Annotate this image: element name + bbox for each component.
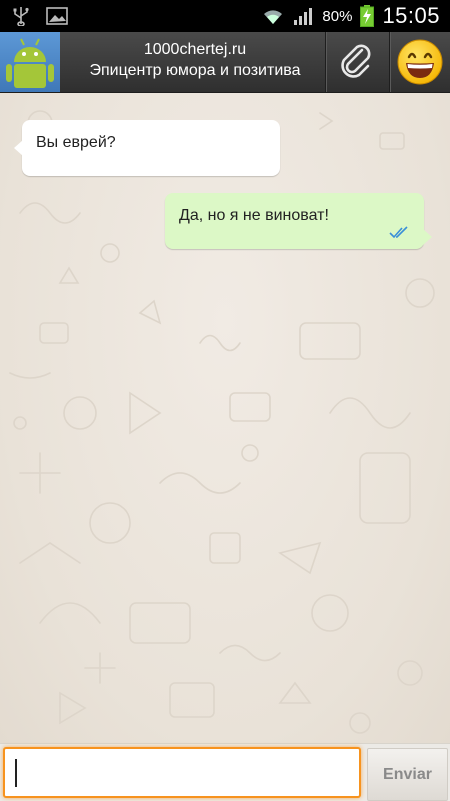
chat-title[interactable]: 1000chertej.ru Эпицентр юмора и позитива: [70, 40, 320, 82]
message-input[interactable]: [3, 747, 361, 798]
chat-header: 1000chertej.ru Эпицентр юмора и позитива: [0, 32, 450, 93]
doodle-wallpaper: [9, 110, 435, 734]
contact-status: Эпицентр юмора и позитива: [89, 62, 301, 79]
outgoing-message[interactable]: Да, но я не виноват!: [165, 193, 432, 249]
contact-avatar[interactable]: [0, 32, 60, 92]
signal-icon: [294, 8, 313, 25]
message-text: Вы еврей?: [36, 134, 116, 151]
attach-button[interactable]: [326, 32, 388, 92]
composer-bar: Enviar: [0, 743, 450, 801]
message-text: Да, но я не виноват!: [179, 207, 329, 224]
android-avatar-icon: [6, 38, 54, 88]
smiley-icon: [397, 39, 443, 85]
battery-percent: 80%: [322, 7, 353, 25]
double-check-icon: [389, 226, 408, 239]
chat-area[interactable]: Вы еврей? Да, но я не виноват!: [0, 93, 450, 743]
battery-charging-icon: [360, 5, 375, 27]
status-bar: 80% 15:05: [0, 0, 450, 32]
usb-icon: [13, 7, 29, 26]
paperclip-icon: [341, 44, 371, 78]
emoji-button[interactable]: [390, 32, 450, 92]
gallery-icon: [46, 7, 68, 25]
wifi-icon: [264, 10, 283, 24]
send-button[interactable]: Enviar: [367, 748, 448, 801]
incoming-message[interactable]: Вы еврей?: [14, 120, 280, 176]
clock: 15:05: [382, 3, 440, 28]
text-cursor: [15, 759, 17, 787]
contact-name: 1000chertej.ru: [143, 41, 247, 58]
